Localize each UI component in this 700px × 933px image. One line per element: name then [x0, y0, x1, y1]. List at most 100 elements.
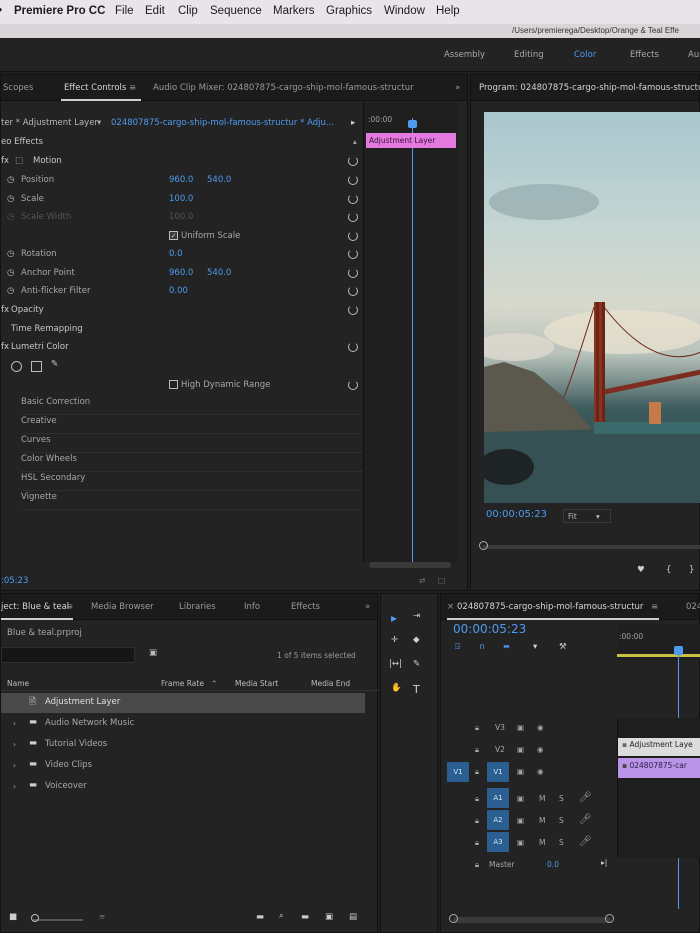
reset-rotation-icon[interactable] [348, 249, 358, 259]
tab-info[interactable]: Info [244, 602, 260, 612]
motion-fx-icon[interactable]: fx [1, 156, 9, 166]
scroll-left-handle[interactable] [449, 914, 458, 923]
workspace-editing[interactable]: Editing [514, 50, 544, 60]
lumetri-section-basic[interactable]: Basic Correction [21, 397, 363, 415]
menu-app-name[interactable]: Premiere Pro CC [14, 5, 105, 17]
lumetri-section-creative[interactable]: Creative [21, 416, 363, 434]
column-frame-rate[interactable]: Frame Rate [161, 679, 204, 688]
zoom-slider[interactable] [33, 919, 83, 921]
tab-menu-icon[interactable]: ≡ [129, 83, 136, 93]
track-select-tool-icon[interactable]: ⇥ [413, 611, 420, 621]
scroll-right-handle[interactable] [605, 914, 614, 923]
scale-stopwatch-icon[interactable]: ◷ [7, 194, 14, 204]
scrub-start-handle[interactable] [479, 541, 488, 550]
tab-scopes[interactable]: Scopes [3, 83, 33, 93]
pen-tool-icon[interactable]: ✎ [413, 659, 420, 669]
tab-media-browser[interactable]: Media Browser [91, 602, 154, 612]
workspace-audio[interactable]: Au [688, 50, 699, 60]
reset-opacity-icon[interactable] [348, 305, 358, 315]
linked-selection-icon[interactable]: ⬌ [503, 642, 510, 652]
workspace-color[interactable]: Color [574, 50, 596, 60]
work-area-bar[interactable] [617, 654, 700, 657]
tab-project[interactable]: ject: Blue & teal [1, 602, 69, 612]
rectangle-mask-icon[interactable] [31, 361, 42, 372]
a2-sync-icon[interactable]: ▣ [517, 816, 524, 825]
hand-tool-icon[interactable]: ✋ [391, 683, 402, 693]
tab-audio-clip-mixer[interactable]: Audio Clip Mixer: 024807875-cargo-ship-m… [153, 83, 414, 93]
slip-tool-icon[interactable]: |↔| [389, 659, 402, 669]
program-video-frame[interactable] [484, 112, 700, 503]
v1-sync-icon[interactable]: ▣ [517, 767, 524, 776]
effect-timecode[interactable]: :05:23 [1, 576, 28, 586]
v1-eye-icon[interactable]: ◉ [537, 767, 544, 776]
menu-graphics[interactable]: Graphics [326, 5, 372, 17]
timeline-ruler[interactable]: :00:00 [617, 624, 700, 660]
v3-lock-icon[interactable]: 🔒︎ [475, 723, 479, 733]
tab-effect-controls[interactable]: Effect Controls [64, 83, 126, 93]
razor-tool-icon[interactable]: ◆ [413, 635, 420, 645]
filter-icon[interactable]: ⇄ [419, 576, 425, 585]
play-only-clip-icon[interactable]: ▸ [351, 118, 355, 128]
workspace-effects[interactable]: Effects [630, 50, 659, 60]
lumetri-section-hsl[interactable]: HSL Secondary [21, 473, 363, 491]
mark-in-icon[interactable]: { [666, 565, 671, 575]
v1-label[interactable]: V1 [487, 762, 509, 782]
lumetri-section-color-wheels[interactable]: Color Wheels [21, 454, 363, 472]
apple-logo-icon[interactable]: • [0, 5, 2, 17]
position-stopwatch-icon[interactable]: ◷ [7, 175, 14, 185]
a2-solo-icon[interactable]: S [559, 816, 564, 825]
clip-cargo-ship[interactable]: ▪ 024807875-car [618, 758, 700, 778]
new-item-icon[interactable]: ▣ [325, 912, 333, 922]
a1-sync-icon[interactable]: ▣ [517, 794, 524, 803]
a1-lock-icon[interactable]: 🔒︎ [475, 794, 479, 804]
mini-playhead[interactable] [412, 118, 413, 562]
mini-playhead-handle[interactable] [408, 120, 417, 128]
reset-position-icon[interactable] [348, 175, 358, 185]
project-overflow-icon[interactable]: » [365, 602, 370, 612]
a3-mute-icon[interactable]: M [539, 838, 545, 847]
lumetri-fx-icon[interactable]: fx [1, 342, 9, 352]
find-icon[interactable]: ⌕ [279, 911, 284, 921]
column-name[interactable]: Name [7, 679, 29, 688]
a1-label[interactable]: A1 [487, 788, 509, 808]
list-item-adjustment-layer[interactable]: 🗎 Adjustment Layer [1, 693, 365, 713]
reset-lumetri-icon[interactable] [348, 342, 358, 352]
project-search-input[interactable] [1, 647, 135, 663]
v2-sync-icon[interactable]: ▣ [517, 745, 524, 754]
antiflicker-stopwatch-icon[interactable]: ◷ [7, 286, 14, 296]
sort-ascending-icon[interactable]: ⌃ [211, 679, 217, 688]
source-clip-label[interactable]: ter * Adjustment Layer [1, 118, 98, 128]
anchor-x-value[interactable]: 960.0 [169, 268, 193, 278]
list-item-tutorial-videos[interactable]: › ▬ Tutorial Videos [1, 735, 365, 755]
column-media-end[interactable]: Media End [311, 679, 350, 688]
timeline-close-icon[interactable]: × [447, 602, 454, 612]
selection-tool-icon[interactable]: ▸ [391, 611, 397, 625]
reset-scale-icon[interactable] [348, 194, 358, 204]
reset-antiflicker-icon[interactable] [348, 286, 358, 296]
timeline-sequence-tab[interactable]: 024807875-cargo-ship-mol-famous-structur [457, 602, 643, 612]
antiflicker-value[interactable]: 0.00 [169, 286, 188, 296]
go-to-end-icon[interactable]: ▸| [601, 858, 607, 867]
a3-mic-icon[interactable]: 🎤︎ [579, 836, 592, 847]
menu-markers[interactable]: Markers [273, 5, 315, 17]
position-y-value[interactable]: 540.0 [207, 175, 231, 185]
timeline-tracks-area[interactable]: ▪ Adjustment Laye ▪ 024807875-car [617, 718, 700, 858]
program-title[interactable]: Program: 024807875-cargo-ship-mol-famous… [479, 83, 700, 93]
a3-sync-icon[interactable]: ▣ [517, 838, 524, 847]
collapse-icon[interactable]: ▴ [353, 137, 357, 146]
hdr-checkbox[interactable] [169, 380, 178, 389]
v3-sync-icon[interactable]: ▣ [517, 723, 524, 732]
rotation-value[interactable]: 0.0 [169, 249, 183, 259]
rotation-stopwatch-icon[interactable]: ◷ [7, 249, 14, 259]
ripple-edit-tool-icon[interactable]: ✛ [391, 635, 398, 645]
master-lock-icon[interactable]: 🔒︎ [475, 860, 479, 870]
workspace-assembly[interactable]: Assembly [444, 50, 485, 60]
export-icon[interactable]: □ [438, 576, 445, 585]
v1-source-patch[interactable]: V1 [447, 762, 469, 782]
uniform-scale-checkbox[interactable]: ✓ [169, 231, 178, 240]
mark-out-icon[interactable]: } [689, 565, 694, 575]
reset-anchor-icon[interactable] [348, 268, 358, 278]
mini-clip-adjustment[interactable]: Adjustment Layer [366, 133, 456, 148]
v2-lock-icon[interactable]: 🔒︎ [475, 745, 479, 755]
timeline-horizontal-scrollbar[interactable] [453, 917, 611, 923]
